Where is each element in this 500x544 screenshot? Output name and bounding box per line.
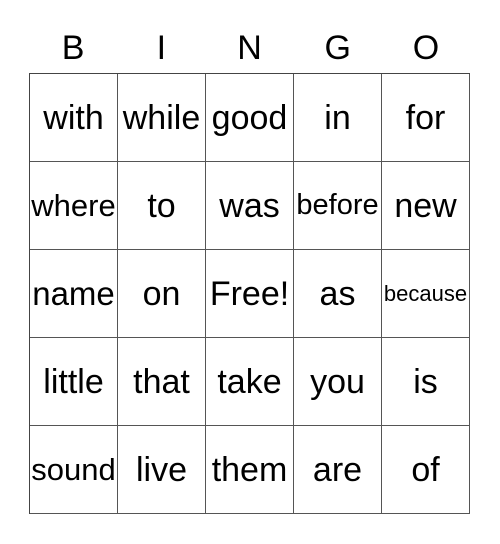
cell-word: are xyxy=(312,450,363,489)
cell-word: while xyxy=(122,98,201,137)
bingo-cell[interactable]: in xyxy=(294,74,382,162)
cell-word: sound xyxy=(31,452,116,487)
bingo-cell[interactable]: little xyxy=(30,338,118,426)
cell-word: before xyxy=(296,189,379,221)
cell-word: was xyxy=(219,186,280,225)
cell-word: for xyxy=(405,98,446,137)
bingo-cell[interactable]: good xyxy=(206,74,294,162)
header-letter-i: I xyxy=(156,29,167,67)
bingo-cell[interactable]: them xyxy=(206,426,294,514)
header-letter-n: N xyxy=(237,29,262,67)
cell-word: in xyxy=(324,98,351,137)
cell-word: new xyxy=(394,186,457,225)
bingo-cell[interactable]: are xyxy=(294,426,382,514)
bingo-cell[interactable]: while xyxy=(118,74,206,162)
cell-word: on xyxy=(142,274,181,313)
header-letter-b: B xyxy=(61,29,85,67)
bingo-cell[interactable]: on xyxy=(118,250,206,338)
cell-word: little xyxy=(43,362,104,401)
header-letter-o: O xyxy=(412,29,440,67)
bingo-cell[interactable]: for xyxy=(382,74,470,162)
cell-word: because xyxy=(383,280,468,306)
bingo-cell[interactable]: with xyxy=(30,74,118,162)
cell-word: with xyxy=(43,98,104,137)
bingo-cell[interactable]: was xyxy=(206,162,294,250)
cell-word: that xyxy=(133,362,190,401)
cell-word: you xyxy=(310,362,365,401)
free-space-label: Free! xyxy=(209,274,290,313)
bingo-cell[interactable]: of xyxy=(382,426,470,514)
bingo-grid: with while good in for where to was befo… xyxy=(29,73,470,514)
cell-word: as xyxy=(319,274,356,313)
bingo-cell[interactable]: take xyxy=(206,338,294,426)
bingo-cell[interactable]: name xyxy=(30,250,118,338)
bingo-cell[interactable]: to xyxy=(118,162,206,250)
cell-word: of xyxy=(411,450,440,489)
bingo-cell[interactable]: that xyxy=(118,338,206,426)
bingo-cell[interactable]: you xyxy=(294,338,382,426)
bingo-cell[interactable]: because xyxy=(382,250,470,338)
cell-word: to xyxy=(147,186,176,225)
bingo-cell[interactable]: before xyxy=(294,162,382,250)
cell-word: take xyxy=(217,362,282,401)
free-space-cell[interactable]: Free! xyxy=(206,250,294,338)
bingo-header: B I N G O xyxy=(29,26,470,70)
bingo-cell[interactable]: live xyxy=(118,426,206,514)
cell-word: live xyxy=(135,450,188,489)
cell-word: them xyxy=(211,450,288,489)
cell-word: good xyxy=(211,98,288,137)
bingo-cell[interactable]: is xyxy=(382,338,470,426)
cell-word: name xyxy=(32,275,115,312)
cell-word: is xyxy=(413,362,438,401)
bingo-cell[interactable]: where xyxy=(30,162,118,250)
bingo-cell[interactable]: sound xyxy=(30,426,118,514)
header-letter-g: G xyxy=(324,29,351,67)
cell-word: where xyxy=(31,188,116,223)
bingo-cell[interactable]: as xyxy=(294,250,382,338)
bingo-cell[interactable]: new xyxy=(382,162,470,250)
